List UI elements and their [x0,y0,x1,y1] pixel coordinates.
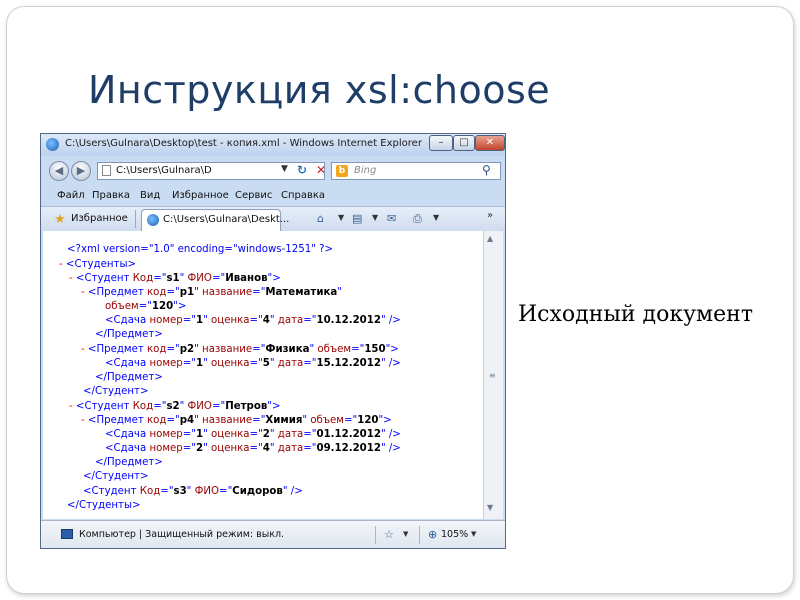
xml-line: - <Студент Код="s2" ФИО="Петров"> [69,401,281,412]
toolbar-divider [135,210,136,228]
zoom-level[interactable]: 105% [441,529,468,540]
search-icon[interactable]: ⚲ [482,163,491,177]
xml-viewer: <?xml version="1.0" encoding="windows-12… [43,231,483,519]
feeds-icon[interactable]: ▤ [352,212,362,225]
status-divider [375,526,376,544]
xml-line: </Предмет> [95,372,163,383]
print-icon[interactable]: ⎙ [413,212,422,226]
back-icon[interactable]: ◀ [49,161,69,181]
menu-help[interactable]: Справка [281,190,325,201]
xml-line: - <Студенты> [59,259,137,270]
menu-file[interactable]: Файл [57,190,85,201]
collapse-toggle[interactable]: - [69,273,76,284]
minimize-button[interactable]: – [429,135,453,151]
close-button[interactable]: ✕ [475,135,505,151]
search-placeholder: Bing [354,165,377,176]
xml-line: - <Студент Код="s1" ФИО="Иванов"> [69,273,281,284]
xml-line: </Студенты> [67,500,141,511]
favorites-status-icon[interactable]: ☆ [384,528,394,541]
collapse-toggle[interactable]: - [81,344,88,355]
slide-caption: Исходный документ [518,302,753,327]
print-dropdown-icon[interactable]: ▼ [433,213,439,222]
xml-line: объем="120"> [105,301,187,312]
address-text: C:\Users\Gulnara\D [116,165,212,176]
chevron-right-icon[interactable]: » [487,210,493,221]
home-icon[interactable]: ⌂ [317,212,324,225]
xml-line: </Студент> [83,386,149,397]
xml-line: </Студент> [83,471,149,482]
computer-icon [61,529,73,539]
menu-view[interactable]: Вид [140,190,160,201]
feeds-dropdown-icon[interactable]: ▼ [372,213,378,222]
menu-bar: Файл Правка Вид Избранное Сервис Справка [41,186,505,206]
xml-line: - <Предмет код="p4" название="Химия" объ… [81,415,392,426]
collapse-toggle[interactable]: - [69,401,76,412]
maximize-button[interactable]: □ [453,135,475,151]
collapse-toggle[interactable]: - [59,259,66,270]
refresh-icon[interactable]: ↻ [297,163,307,177]
bing-icon: b [336,165,348,177]
forward-icon[interactable]: ▶ [71,161,91,181]
xml-line: <Сдача номер="1" оценка="2" дата="01.12.… [105,429,401,440]
status-text: Компьютер | Защищенный режим: выкл. [79,529,285,540]
status-bar: Компьютер | Защищенный режим: выкл. ☆ ▼ … [41,520,505,548]
xml-line: </Предмет> [95,457,163,468]
zoom-icon[interactable]: ⊕ [428,528,437,541]
window-title: C:\Users\Gulnara\Desktop\test - копия.xm… [65,138,422,149]
title-bar: C:\Users\Gulnara\Desktop\test - копия.xm… [41,134,505,156]
tab-label: C:\Users\Gulnara\Deskt... [163,214,290,225]
scroll-up-icon[interactable]: ▲ [487,234,493,243]
address-dropdown-icon[interactable]: ▼ [281,164,288,174]
xml-line: </Предмет> [95,329,163,340]
menu-favorites[interactable]: Избранное [172,190,229,201]
page-icon [102,165,111,176]
xml-line: <Сдача номер="2" оценка="4" дата="09.12.… [105,443,401,454]
scroll-down-icon[interactable]: ▼ [487,503,493,512]
tab-current[interactable]: C:\Users\Gulnara\Deskt... [141,209,289,231]
menu-edit[interactable]: Правка [92,190,130,201]
xml-line: <Сдача номер="1" оценка="5" дата="15.12.… [105,358,401,369]
favorites-button[interactable]: Избранное [71,213,128,224]
xml-line: - <Предмет код="p1" название="Математика… [81,287,342,298]
vertical-scrollbar[interactable]: ▲ ≡ ▼ [483,231,503,519]
status-dropdown-icon[interactable]: ▼ [403,530,408,538]
favorites-bar: ★ Избранное C:\Users\Gulnara\Deskt... ⌂ … [41,206,505,231]
slide-title: Инструкция xsl:choose [88,68,551,112]
ie-window: C:\Users\Gulnara\Desktop\test - копия.xm… [40,133,506,549]
zoom-dropdown-icon[interactable]: ▼ [471,530,476,538]
search-input[interactable]: b Bing ⚲ [331,162,501,180]
stop-icon[interactable]: ✕ [316,163,326,177]
menu-tools[interactable]: Сервис [235,190,272,201]
tab-ie-icon [147,214,159,226]
scroll-grip-icon[interactable]: ≡ [489,371,496,380]
xml-line: <?xml version="1.0" encoding="windows-12… [67,244,334,255]
collapse-toggle[interactable]: - [81,287,88,298]
collapse-toggle[interactable]: - [81,415,88,426]
ie-logo-icon [46,138,59,151]
xml-line: <Сдача номер="1" оценка="4" дата="10.12.… [105,315,401,326]
mail-icon[interactable]: ✉ [387,212,396,225]
status-divider [419,526,420,544]
xml-line: <Студент Код="s3" ФИО="Сидоров" /> [83,486,303,497]
xml-line: - <Предмет код="p2" название="Физика" об… [81,344,399,355]
home-dropdown-icon[interactable]: ▼ [338,213,344,222]
star-icon[interactable]: ★ [54,212,66,227]
address-row: ◀ ▶ C:\Users\Gulnara\D ▼ ↻ ✕ b Bing ⚲ [41,156,505,186]
address-bar[interactable]: C:\Users\Gulnara\D ▼ ↻ ✕ [97,162,326,180]
